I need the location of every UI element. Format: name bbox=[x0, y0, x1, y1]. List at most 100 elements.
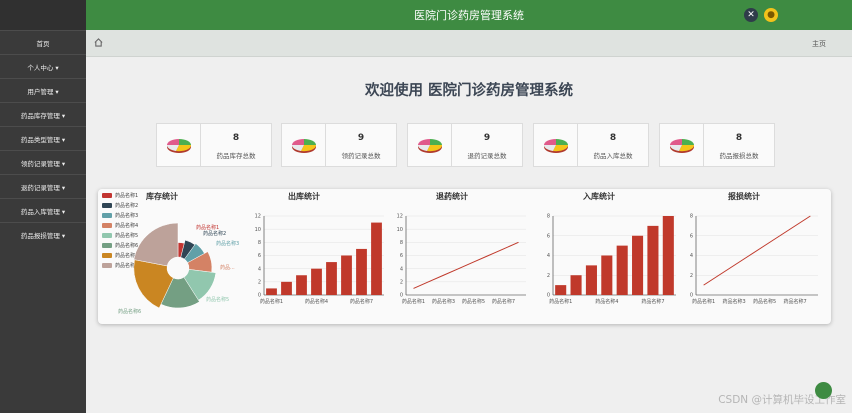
bar bbox=[311, 268, 322, 295]
stat-label: 药品入库总数 bbox=[593, 152, 633, 160]
x-tick-label: 药品名称7 bbox=[492, 298, 515, 305]
x-tick-label: 药品名称7 bbox=[350, 298, 373, 305]
sidebar-item-drug-types[interactable]: 药品类型管理 ▾ bbox=[0, 126, 86, 150]
x-tick-label: 药品名称1 bbox=[549, 298, 572, 305]
stat-label: 药品报损总数 bbox=[719, 152, 759, 160]
stat-label: 退药记录总数 bbox=[467, 152, 507, 160]
fullscreen-icon[interactable]: ✕ bbox=[744, 8, 758, 22]
bar bbox=[570, 275, 582, 295]
bar bbox=[266, 288, 277, 295]
sidebar-header bbox=[0, 0, 86, 30]
sidebar-item-returns[interactable]: 退药记录管理 ▾ bbox=[0, 174, 86, 198]
y-tick-label: 8 bbox=[400, 240, 403, 246]
y-tick-label: 8 bbox=[690, 214, 693, 220]
bar bbox=[341, 255, 352, 295]
x-tick-label: 药品名称1 bbox=[402, 298, 425, 305]
home-icon[interactable] bbox=[94, 38, 103, 47]
bar bbox=[601, 255, 613, 295]
y-tick-label: 4 bbox=[258, 266, 261, 272]
stat-card: 9 退药记录总数 bbox=[407, 123, 523, 167]
bar bbox=[281, 281, 292, 295]
pie-chart-icon bbox=[282, 124, 326, 166]
y-tick-label: 0 bbox=[258, 293, 261, 299]
y-tick-label: 0 bbox=[400, 293, 403, 299]
app-title: 医院门诊药房管理系统 bbox=[414, 9, 524, 22]
y-tick-label: 2 bbox=[400, 280, 403, 286]
stat-value: 9 bbox=[483, 133, 491, 143]
x-tick-label: 药品名称7 bbox=[641, 298, 664, 305]
sidebar-item-inbound[interactable]: 药品入库管理 ▾ bbox=[0, 198, 86, 222]
y-tick-label: 2 bbox=[258, 280, 261, 286]
welcome-title: 欢迎使用 医院门诊药房管理系统 bbox=[364, 83, 574, 99]
bar bbox=[371, 222, 382, 295]
stat-card: 8 药品报损总数 bbox=[659, 123, 775, 167]
stat-card: 8 药品入库总数 bbox=[533, 123, 649, 167]
y-tick-label: 8 bbox=[258, 240, 261, 246]
y-tick-label: 6 bbox=[690, 233, 693, 239]
statistics-panel: 库存统计 出库统计 退药统计 入库统计 报损统计 药品名称1 药品名称2 药品名称3… bbox=[98, 189, 831, 324]
stat-value: 9 bbox=[357, 133, 365, 143]
y-tick-label: 10 bbox=[255, 227, 261, 233]
x-tick-label: 药品名称4 bbox=[595, 298, 618, 305]
y-tick-label: 6 bbox=[258, 253, 261, 259]
y-tick-label: 0 bbox=[547, 293, 550, 299]
bar bbox=[555, 285, 567, 295]
stat-value: 8 bbox=[735, 133, 743, 143]
y-tick-label: 6 bbox=[400, 253, 403, 259]
pie-slice-label: 药品... bbox=[220, 264, 235, 271]
y-tick-label: 10 bbox=[397, 227, 403, 233]
sidebar-item-home[interactable]: 首页 bbox=[0, 30, 86, 54]
pie-chart-icon bbox=[408, 124, 452, 166]
sidebar-item-dispense[interactable]: 领药记录管理 ▾ bbox=[0, 150, 86, 174]
pie-chart-icon bbox=[660, 124, 704, 166]
pie-slice-label: 药品名称3 bbox=[216, 240, 239, 247]
pie-chart-icon bbox=[534, 124, 578, 166]
bar bbox=[647, 225, 659, 295]
x-tick-label: 药品名称1 bbox=[692, 298, 715, 305]
stat-label: 药品库存总数 bbox=[216, 152, 256, 160]
sidebar-item-damage[interactable]: 药品报损管理 ▾ bbox=[0, 222, 86, 246]
y-tick-label: 4 bbox=[690, 253, 693, 259]
top-header: 医院门诊药房管理系统 ✕ ● bbox=[86, 0, 852, 30]
bar bbox=[585, 265, 597, 295]
breadcrumb: 主页 bbox=[86, 30, 852, 57]
bar bbox=[662, 216, 674, 295]
pie-chart-icon bbox=[157, 124, 201, 166]
stat-label: 领药记录总数 bbox=[341, 152, 381, 160]
pie-slice-label: 药品名称2 bbox=[203, 230, 226, 237]
sidebar-item-stock[interactable]: 药品库存管理 ▾ bbox=[0, 102, 86, 126]
y-tick-label: 4 bbox=[400, 266, 403, 272]
bar bbox=[356, 248, 367, 295]
y-tick-label: 6 bbox=[547, 233, 550, 239]
y-tick-label: 0 bbox=[690, 293, 693, 299]
pie-slice-label: 药品名称1 bbox=[196, 224, 219, 231]
y-tick-label: 2 bbox=[547, 273, 550, 279]
pie-slice bbox=[133, 222, 179, 267]
x-tick-label: 药品名称3 bbox=[723, 298, 746, 305]
chat-fab-button[interactable] bbox=[815, 382, 832, 399]
x-tick-label: 药品名称4 bbox=[305, 298, 328, 305]
bar bbox=[296, 275, 307, 295]
bar bbox=[616, 245, 628, 295]
sidebar-item-users[interactable]: 用户管理 ▾ bbox=[0, 78, 86, 102]
breadcrumb-home-link[interactable]: 主页 bbox=[812, 39, 826, 49]
x-tick-label: 药品名称7 bbox=[784, 298, 807, 305]
stat-value: 8 bbox=[232, 133, 240, 143]
y-tick-label: 2 bbox=[690, 273, 693, 279]
y-tick-label: 12 bbox=[397, 214, 403, 220]
y-tick-label: 8 bbox=[547, 214, 550, 220]
sidebar-item-profile[interactable]: 个人中心 ▾ bbox=[0, 54, 86, 78]
series-line bbox=[413, 241, 519, 289]
x-tick-label: 药品名称5 bbox=[462, 298, 485, 305]
charts-canvas: 药品名称1药品名称2药品名称3药品...药品名称5药品名称6024681012药… bbox=[118, 214, 818, 315]
bar bbox=[632, 235, 644, 295]
main-content: 欢迎使用 医院门诊药房管理系统 8 药品库存总数 9 领药记录总数 9 退药记录总数 8 药品… bbox=[86, 57, 852, 413]
sidebar: 首页 个人中心 ▾ 用户管理 ▾ 药品库存管理 ▾ 药品类型管理 ▾ 领药记录管… bbox=[0, 0, 86, 413]
x-tick-label: 药品名称1 bbox=[260, 298, 283, 305]
stat-value: 8 bbox=[609, 133, 617, 143]
x-tick-label: 药品名称3 bbox=[432, 298, 455, 305]
series-line bbox=[703, 215, 811, 286]
user-avatar-icon[interactable]: ● bbox=[764, 8, 778, 22]
pie-slice-label: 药品名称5 bbox=[206, 296, 229, 303]
stat-card: 8 药品库存总数 bbox=[156, 123, 272, 167]
